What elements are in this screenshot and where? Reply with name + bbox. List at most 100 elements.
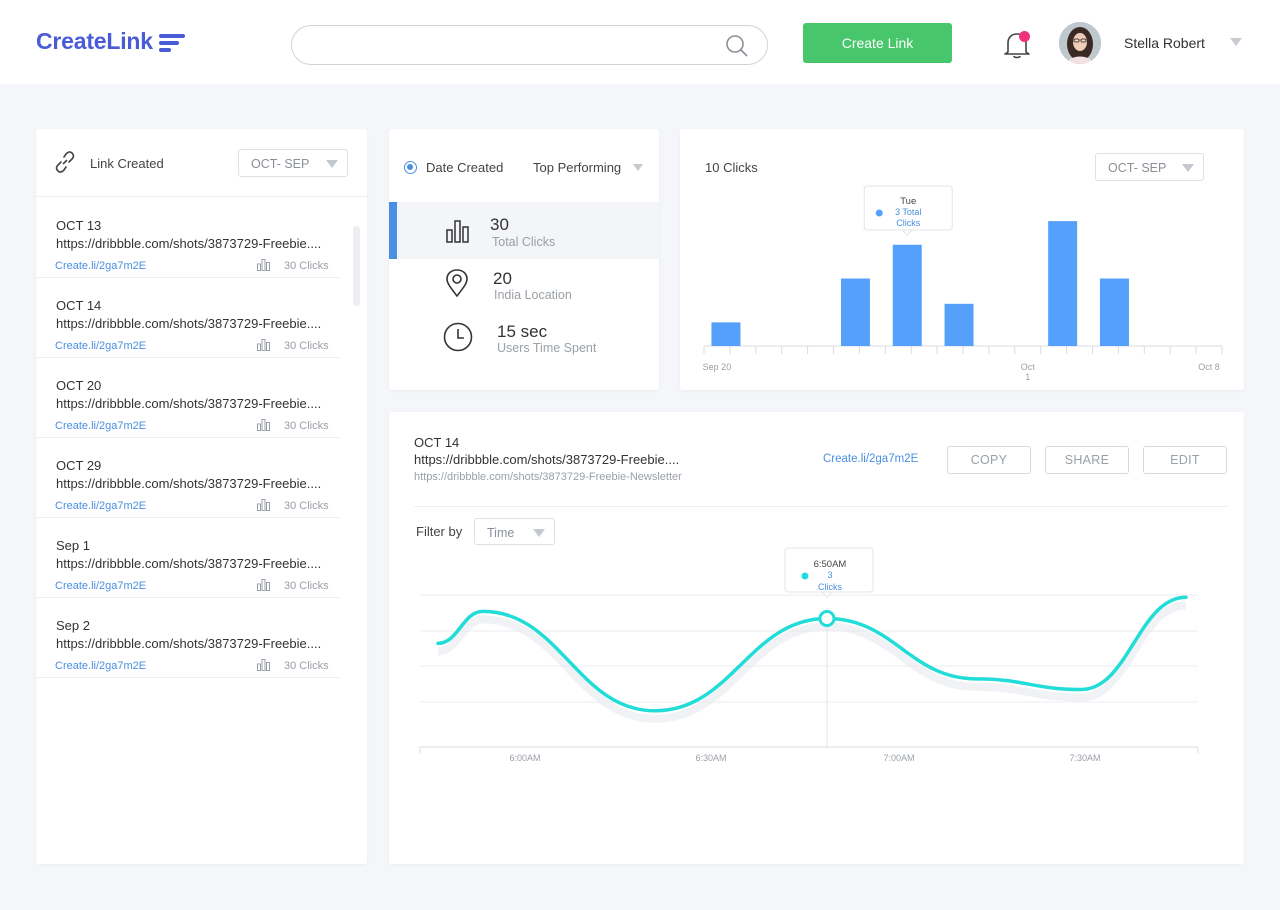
stat-label: Users Time Spent <box>497 341 597 355</box>
x-tick-label: 7:00AM <box>883 753 914 763</box>
tooltip-day: Tue <box>900 196 916 207</box>
top-performing-dropdown[interactable]: Top Performing <box>533 160 621 175</box>
notification-badge <box>1019 31 1030 42</box>
list-item[interactable]: OCT 13 https://dribbble.com/shots/3873729… <box>36 198 341 278</box>
top-header: CreateLink Create Link Stella Robert <box>0 0 1280 84</box>
list-item-date: OCT 29 <box>56 458 102 473</box>
links-scrollbar[interactable] <box>353 226 360 306</box>
bar-chart-icon <box>257 659 270 671</box>
links-range-value: OCT- SEP <box>251 157 310 171</box>
list-item-clicks: 30 Clicks <box>284 500 329 512</box>
create-link-button[interactable]: Create Link <box>803 23 952 63</box>
list-item-clicks: 30 Clicks <box>284 260 329 272</box>
tooltip-label: Clicks <box>818 582 842 592</box>
clicks-line-chart: 6:50AM3 Clicks 6:00AM 6:30AM 7:00AM 7:30AM <box>419 547 1199 763</box>
logo-text: CreateLink <box>36 28 153 54</box>
search-input[interactable] <box>291 25 768 65</box>
list-item-date: OCT 14 <box>56 298 102 313</box>
tooltip-time: 6:50AM <box>814 559 847 570</box>
user-name[interactable]: Stella Robert <box>1124 35 1205 51</box>
list-item-short-link[interactable]: Create.li/2ga7m2E <box>55 420 146 432</box>
app-logo[interactable]: CreateLink <box>36 28 185 55</box>
bar[interactable] <box>1099 278 1129 347</box>
x-tick-label: Oct <box>1021 362 1036 372</box>
bar-chart-icon <box>257 419 270 431</box>
list-item-date: OCT 20 <box>56 378 102 393</box>
x-tick-label: 6:00AM <box>509 753 540 763</box>
bar-chart: Sep 20 Oct1 Oct 8 Tue3 TotalClicks <box>703 185 1223 382</box>
list-item[interactable]: OCT 29 https://dribbble.com/shots/3873729… <box>36 438 341 518</box>
list-item-url: https://dribbble.com/shots/3873729-Freeb… <box>56 476 322 491</box>
list-item[interactable]: Sep 1 https://dribbble.com/shots/3873729-… <box>36 518 341 598</box>
list-item[interactable]: OCT 14 https://dribbble.com/shots/3873729… <box>36 278 341 358</box>
search-icon[interactable] <box>725 34 749 58</box>
list-item-short-link[interactable]: Create.li/2ga7m2E <box>55 340 146 352</box>
list-item-url: https://dribbble.com/shots/3873729-Freeb… <box>56 316 322 331</box>
links-panel-header: Link Created OCT- SEP <box>36 129 367 197</box>
link-icon <box>55 151 75 173</box>
link-details-card: OCT 14 https://dribbble.com/shots/387372… <box>389 412 1244 864</box>
bar-chart-icon <box>257 579 270 591</box>
clock-icon <box>443 322 473 352</box>
links-range-select[interactable]: OCT- SEP <box>238 149 348 177</box>
date-created-label[interactable]: Date Created <box>426 160 503 175</box>
tooltip-value: 3 Total <box>895 207 921 217</box>
bar-tooltip: Tue3 TotalClicks <box>863 185 953 236</box>
line-tooltip: 6:50AM3 Clicks <box>784 547 874 598</box>
list-item-url: https://dribbble.com/shots/3873729-Freeb… <box>56 636 322 651</box>
list-item-date: OCT 13 <box>56 218 102 233</box>
list-item-clicks: 30 Clicks <box>284 660 329 672</box>
date-created-radio[interactable] <box>404 161 417 174</box>
list-item-short-link[interactable]: Create.li/2ga7m2E <box>55 500 146 512</box>
bar[interactable] <box>944 303 974 346</box>
links-created-panel: Link Created OCT- SEP OCT 13 https://drib… <box>36 129 367 864</box>
location-pin-icon <box>446 269 468 297</box>
stat-label: India Location <box>494 288 572 302</box>
x-tick-label: 1 <box>1025 372 1030 382</box>
tooltip-value: 3 <box>827 570 832 580</box>
list-item-date: Sep 1 <box>56 538 90 553</box>
stat-label: Total Clicks <box>492 235 556 249</box>
list-item-date: Sep 2 <box>56 618 90 633</box>
x-tick-label: Sep 20 <box>703 362 732 372</box>
stats-card: Date Created Top Performing 30 Total Cli… <box>389 129 659 390</box>
x-tick-label: 6:30AM <box>695 753 726 763</box>
chevron-down-icon <box>326 160 338 168</box>
list-item[interactable]: Sep 2 https://dribbble.com/shots/3873729-… <box>36 598 341 678</box>
links-list: OCT 13 https://dribbble.com/shots/3873729… <box>36 198 341 678</box>
list-item-clicks: 30 Clicks <box>284 420 329 432</box>
bar[interactable] <box>711 322 741 346</box>
stat-value: 30 <box>490 215 509 234</box>
clicks-bar-chart-card: 10 Clicks OCT- SEP Sep 20 Oct 1 Oct 8 Tue 3 T… <box>680 129 1244 390</box>
list-item-url: https://dribbble.com/shots/3873729-Freeb… <box>56 556 322 571</box>
bar-chart-icon <box>257 339 270 351</box>
stat-value: 15 sec <box>497 322 548 341</box>
x-tick-label: 7:30AM <box>1069 753 1100 763</box>
list-item-url: https://dribbble.com/shots/3873729-Freeb… <box>56 396 322 411</box>
chevron-down-icon[interactable] <box>633 164 643 171</box>
stat-value: 20 <box>493 269 512 288</box>
stat-time-spent[interactable]: 15 sec Users Time Spent <box>389 315 659 372</box>
bar[interactable] <box>1048 221 1078 346</box>
list-item-short-link[interactable]: Create.li/2ga7m2E <box>55 660 146 672</box>
list-item-clicks: 30 Clicks <box>284 580 329 592</box>
bar[interactable] <box>892 244 922 346</box>
list-item-short-link[interactable]: Create.li/2ga7m2E <box>55 580 146 592</box>
bar-chart-icon <box>257 499 270 511</box>
logo-mark-icon <box>158 32 185 52</box>
list-item-short-link[interactable]: Create.li/2ga7m2E <box>55 260 146 272</box>
list-item-url: https://dribbble.com/shots/3873729-Freeb… <box>56 236 322 251</box>
avatar[interactable] <box>1059 22 1101 64</box>
x-tick-label: Oct 8 <box>1198 362 1220 372</box>
bar-chart-icon <box>257 259 270 271</box>
stat-location[interactable]: 20 India Location <box>389 259 659 316</box>
list-item-clicks: 30 Clicks <box>284 340 329 352</box>
highlight-point[interactable] <box>818 610 836 627</box>
tooltip-label: Clicks <box>896 218 920 228</box>
links-panel-title: Link Created <box>90 156 164 171</box>
list-item[interactable]: OCT 20 https://dribbble.com/shots/3873729… <box>36 358 341 438</box>
tooltip-dot <box>875 209 883 217</box>
user-menu-chevron-down-icon[interactable] <box>1230 38 1242 46</box>
bar[interactable] <box>840 278 870 347</box>
stat-total-clicks[interactable]: 30 Total Clicks <box>389 202 659 259</box>
